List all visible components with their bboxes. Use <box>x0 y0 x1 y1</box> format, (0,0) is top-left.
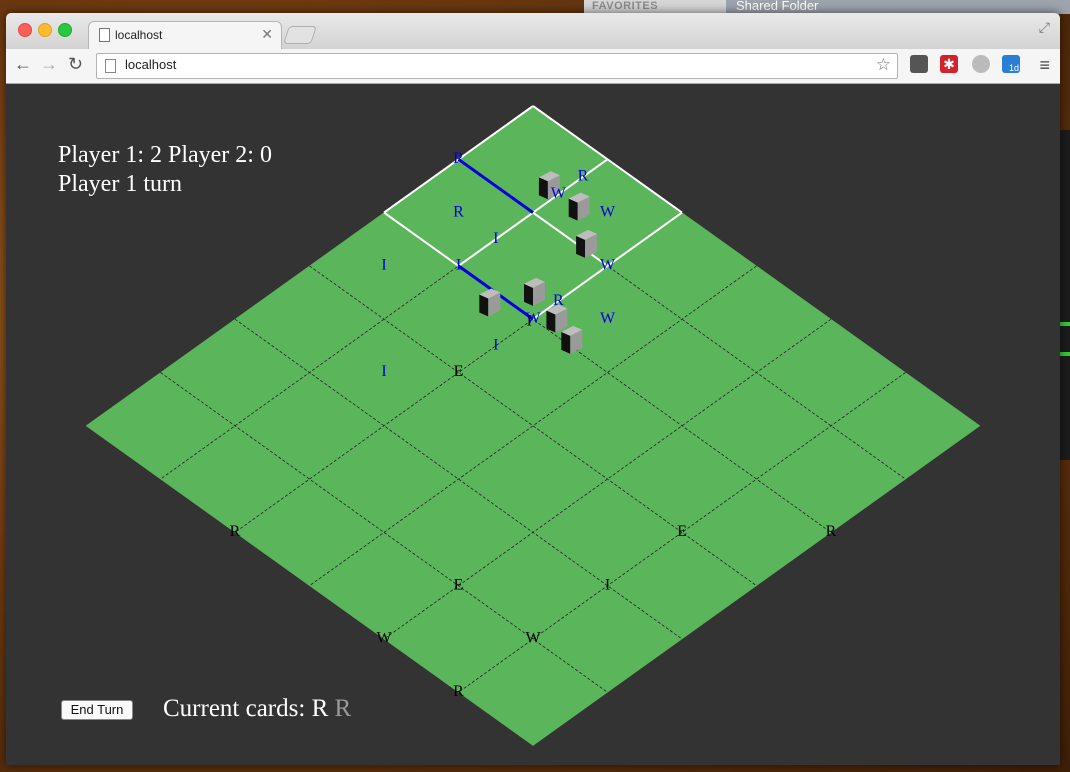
tile-letter-label: W <box>600 257 616 274</box>
extension-red-icon[interactable]: ✱ <box>940 55 958 73</box>
page-icon <box>99 28 110 42</box>
tab-bar: localhost ✕ ⤢ <box>6 13 1060 50</box>
tile-letter-label: I <box>493 337 498 354</box>
tile-letter-label: I <box>493 230 498 247</box>
new-tab-button[interactable] <box>283 26 317 44</box>
tile-letter-label: W <box>551 185 567 202</box>
tab-close-icon[interactable]: ✕ <box>261 26 273 43</box>
end-turn-button[interactable]: End Turn <box>61 700 133 720</box>
tile-letter-label: R <box>453 203 464 220</box>
terminal-window-edge <box>1060 130 1070 460</box>
scoreboard: Player 1: 2 Player 2: 0 Player 1 turn <box>58 141 272 199</box>
back-arrow-icon[interactable]: ← <box>14 54 32 75</box>
turn-indicator: Player 1 turn <box>58 171 182 197</box>
bookmark-star-icon[interactable]: ☆ <box>876 55 891 75</box>
tile-letter-label: R <box>826 523 837 540</box>
tile-letter-label: E <box>454 363 464 380</box>
tile-letter-label: I <box>527 313 532 330</box>
tile-letter-label: I <box>605 576 610 593</box>
window-minimize-button[interactable] <box>38 23 52 37</box>
shared-folder-label: Shared Folder <box>736 0 819 13</box>
tile-letter-label: E <box>677 523 687 540</box>
window-maximize-button[interactable] <box>58 23 72 37</box>
tile-letter-label: E <box>454 576 464 593</box>
tab-title: localhost <box>115 28 163 42</box>
url-text[interactable]: localhost <box>125 57 176 72</box>
address-bar[interactable]: localhost ☆ <box>96 53 898 79</box>
tile-letter-label: R <box>453 683 464 700</box>
tile-letter-label: W <box>376 630 392 647</box>
tile-letter-label: R <box>553 292 564 309</box>
tile-letter-label: R <box>578 168 589 185</box>
browser-window: localhost ✕ ⤢ ← → ↻ localhost ☆ ✱ 1d ≡ R… <box>6 13 1060 765</box>
tile-letter-label: I <box>381 257 386 274</box>
extension-icon[interactable] <box>910 55 928 73</box>
tile-letter-label: W <box>600 310 616 327</box>
tile-letter-label: W <box>600 203 616 220</box>
finder-shared-folder[interactable]: Shared Folder <box>726 0 1070 14</box>
window-close-button[interactable] <box>18 23 32 37</box>
reload-icon[interactable]: ↻ <box>68 54 83 75</box>
tile-letter-label: I <box>381 363 386 380</box>
tile-letter-label: W <box>525 630 541 647</box>
menu-icon[interactable]: ≡ <box>1039 55 1050 76</box>
tile-letter-label: R <box>230 523 241 540</box>
finder-favorites-header: FAVORITES <box>592 0 659 12</box>
forward-arrow-icon[interactable]: → <box>40 54 58 75</box>
fullscreen-icon[interactable]: ⤢ <box>1039 19 1050 36</box>
extension-ghost-icon[interactable] <box>972 55 990 73</box>
browser-tab[interactable]: localhost ✕ <box>88 21 282 50</box>
page-icon <box>105 59 116 73</box>
cards-label: Current cards: <box>163 695 306 722</box>
current-cards: Current cards: R R <box>163 695 351 723</box>
tile-letter-label: I <box>456 257 461 274</box>
game-canvas[interactable]: RRIRWIIIWWRWIWIERREIEWWR Player 1: 2 Pla… <box>6 84 1060 765</box>
tile-letter-label: R <box>453 150 464 167</box>
card-2[interactable]: R <box>335 695 352 722</box>
score-text: Player 1: 2 Player 2: 0 <box>58 142 272 168</box>
browser-toolbar: ← → ↻ localhost ☆ ✱ 1d ≡ <box>6 49 1060 84</box>
card-1[interactable]: R <box>312 695 329 722</box>
calendar-extension-icon[interactable]: 1d <box>1002 55 1020 73</box>
